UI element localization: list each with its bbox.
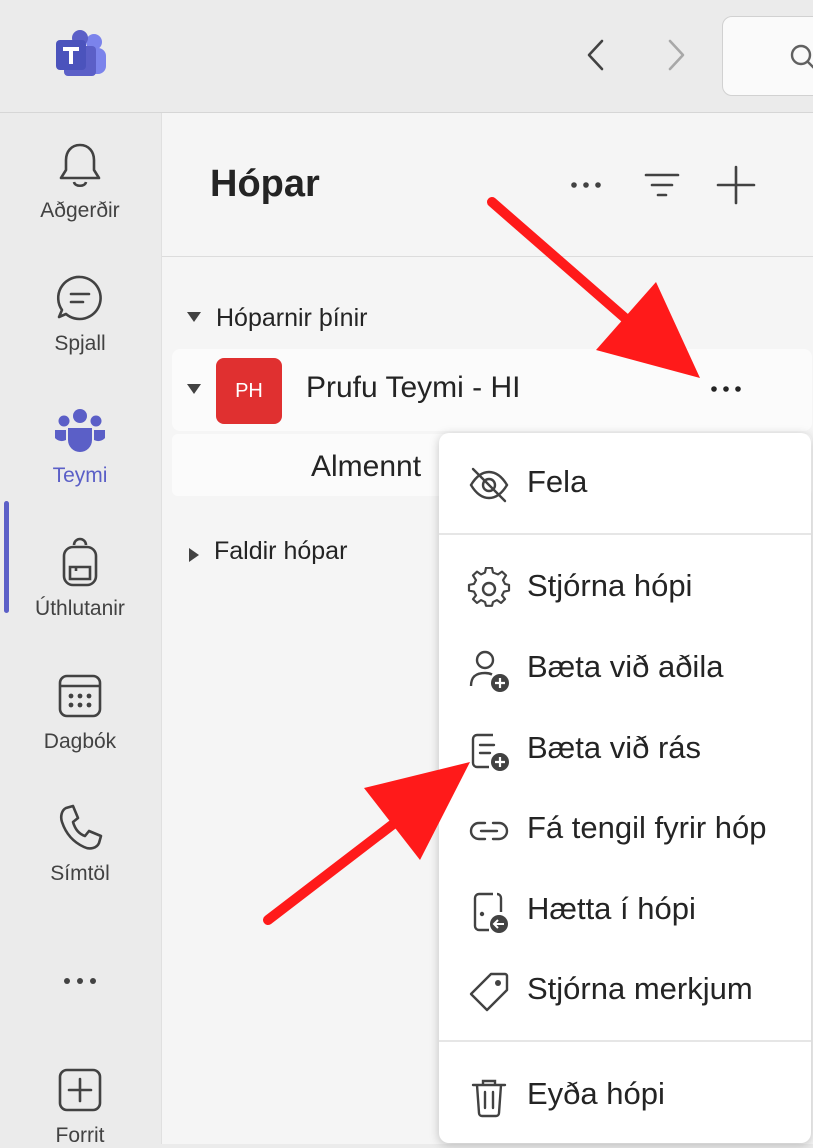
teams-icon <box>55 409 105 452</box>
rail-label: Aðgerðir <box>40 199 120 222</box>
chat-icon <box>56 275 102 321</box>
rail-item-activity[interactable]: Aðgerðir <box>0 113 160 223</box>
create-team-button[interactable] <box>712 161 760 209</box>
more-icon[interactable] <box>704 379 748 399</box>
page-title: Hópar <box>210 163 320 205</box>
filter-button[interactable] <box>638 161 686 209</box>
team-context-menu: Fela Stjórna hópi Bæta við aðila Bæta vi… <box>439 433 811 1143</box>
menu-item-label: Hætta í hópi <box>527 891 696 926</box>
menu-item-label: Bæta við rás <box>527 730 702 765</box>
menu-item-label: Fela <box>527 464 588 499</box>
rail-label: Úthlutanir <box>35 597 125 620</box>
panel-header: Hópar <box>162 113 813 257</box>
rail-item-calls[interactable]: Símtöl <box>0 776 160 886</box>
bell-icon <box>59 143 101 188</box>
menu-item-add-member[interactable]: Bæta við aðila <box>439 634 811 704</box>
rail-item-calendar[interactable]: Dagbók <box>0 644 160 754</box>
rail-label: Teymi <box>52 464 108 487</box>
menu-divider <box>439 1040 811 1042</box>
more-options-button[interactable] <box>562 161 610 209</box>
person-add-icon <box>469 650 509 692</box>
section-label: Hóparnir þínir <box>216 304 368 332</box>
rail-label: Dagbók <box>43 730 117 753</box>
rail-item-more[interactable] <box>0 923 160 1033</box>
more-icon <box>571 182 601 188</box>
rail-item-chat[interactable]: Spjall <box>0 246 160 356</box>
link-icon <box>469 821 509 841</box>
add-app-icon <box>58 1068 102 1112</box>
forward-button[interactable] <box>660 38 690 72</box>
menu-item-hide[interactable]: Fela <box>439 449 811 519</box>
leave-icon <box>473 892 508 933</box>
menu-item-add-channel[interactable]: Bæta við rás <box>439 715 811 785</box>
menu-divider <box>439 533 811 535</box>
teams-logo-icon <box>52 28 108 78</box>
tag-icon <box>469 972 509 1012</box>
search-icon <box>790 44 813 69</box>
menu-item-manage-team[interactable]: Stjórna hópi <box>439 553 811 623</box>
back-button[interactable] <box>582 38 612 72</box>
caret-down-icon <box>187 312 201 322</box>
caret-right-icon <box>189 548 199 562</box>
eye-off-icon <box>469 467 509 503</box>
channel-add-icon <box>471 733 509 771</box>
backpack-icon <box>62 537 98 587</box>
phone-icon <box>59 804 103 850</box>
menu-item-label: Stjórna hópi <box>527 568 693 603</box>
team-row[interactable]: PH Prufu Teymi - HI <box>172 349 812 431</box>
trash-icon <box>471 1079 507 1118</box>
search-input[interactable] <box>722 16 813 96</box>
gear-icon <box>467 567 511 607</box>
menu-item-label: Fá tengil fyrir hóp <box>527 810 767 845</box>
menu-item-get-link[interactable]: Fá tengil fyrir hóp <box>439 795 811 865</box>
menu-item-manage-tags[interactable]: Stjórna merkjum <box>439 956 811 1026</box>
filter-icon <box>644 173 680 197</box>
rail-label: Spjall <box>54 332 106 355</box>
more-icon <box>64 978 96 984</box>
rail-item-assignments[interactable]: Úthlutanir <box>0 511 160 621</box>
rail-label: Símtöl <box>50 862 110 885</box>
menu-item-label: Stjórna merkjum <box>527 971 753 1006</box>
section-label: Faldir hópar <box>214 537 348 565</box>
channel-name: Almennt <box>311 450 422 483</box>
plus-icon <box>716 165 756 205</box>
rail-item-apps[interactable]: Forrit <box>0 1038 160 1148</box>
caret-down-icon <box>187 384 201 394</box>
menu-item-label: Bæta við aðila <box>527 649 724 684</box>
menu-item-delete-team[interactable]: Eyða hópi <box>439 1061 811 1131</box>
rail-item-teams[interactable]: Teymi <box>0 378 160 488</box>
calendar-icon <box>58 674 102 718</box>
menu-item-label: Eyða hópi <box>527 1076 665 1111</box>
chevron-right-icon <box>668 39 685 71</box>
team-name: Prufu Teymi - HI <box>306 371 521 404</box>
title-bar <box>0 0 813 113</box>
rail-label: Forrit <box>55 1124 105 1147</box>
team-avatar: PH <box>216 358 282 424</box>
app-rail: Aðgerðir Spjall Teymi Úthlutanir Dagbók … <box>0 113 160 1147</box>
menu-item-leave-team[interactable]: Hætta í hópi <box>439 876 811 946</box>
chevron-left-icon <box>587 39 604 71</box>
